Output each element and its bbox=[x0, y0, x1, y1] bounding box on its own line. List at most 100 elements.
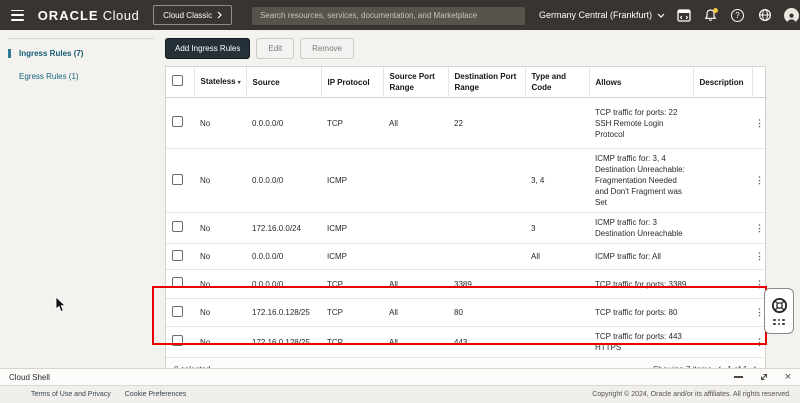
remove-button[interactable]: Remove bbox=[300, 38, 354, 59]
cloud-shell-title: Cloud Shell bbox=[9, 373, 50, 382]
floating-help-widget[interactable] bbox=[764, 288, 794, 334]
user-avatar[interactable] bbox=[783, 7, 800, 24]
close-icon[interactable]: × bbox=[785, 372, 791, 383]
chevron-down-icon bbox=[657, 13, 665, 18]
table-row: No 172.16.0.0/24 ICMP 3 ICMP traffic for… bbox=[166, 213, 767, 244]
main-content: Add Ingress Rules Edit Remove Stateless▾… bbox=[162, 30, 800, 368]
cell-ip-protocol: ICMP bbox=[321, 149, 383, 213]
cell-stateless: No bbox=[194, 98, 246, 149]
cloud-classic-button[interactable]: Cloud Classic bbox=[153, 5, 232, 25]
row-actions-kebab-icon[interactable]: ⋮ bbox=[752, 98, 767, 149]
col-header-destination-port-range[interactable]: Destination Port Range bbox=[448, 67, 525, 98]
cell-source: 0.0.0.0/0 bbox=[246, 98, 321, 149]
cell-allows: ICMP traffic for: 3, 4 Destination Unrea… bbox=[589, 149, 693, 213]
help-icon[interactable]: ? bbox=[729, 7, 746, 24]
language-globe-icon[interactable] bbox=[756, 7, 773, 24]
cell-stateless: No bbox=[194, 327, 246, 358]
cell-source-port bbox=[383, 213, 448, 244]
cell-allows: ICMP traffic for: 3 Destination Unreacha… bbox=[589, 213, 693, 244]
cookie-preferences-link[interactable]: Cookie Preferences bbox=[125, 391, 186, 398]
row-checkbox[interactable] bbox=[172, 306, 183, 317]
search-input[interactable] bbox=[252, 7, 525, 25]
cell-type-and-code bbox=[525, 270, 589, 299]
sidebar: Ingress Rules (7) Egress Rules (1) bbox=[0, 30, 162, 368]
cell-ip-protocol: TCP bbox=[321, 98, 383, 149]
col-header-source[interactable]: Source bbox=[246, 67, 321, 98]
global-search bbox=[252, 5, 525, 25]
row-actions-kebab-icon[interactable]: ⋮ bbox=[752, 149, 767, 213]
table-row: No 0.0.0.0/0 TCP All 22 TCP traffic for … bbox=[166, 98, 767, 149]
cloud-shell-bar: Cloud Shell × bbox=[0, 368, 800, 385]
row-checkbox[interactable] bbox=[172, 221, 183, 232]
cell-source: 172.16.0.128/25 bbox=[246, 299, 321, 327]
cell-description bbox=[693, 270, 752, 299]
brand-cloud: Cloud bbox=[103, 8, 139, 23]
cell-source: 0.0.0.0/0 bbox=[246, 270, 321, 299]
row-actions-kebab-icon[interactable]: ⋮ bbox=[752, 213, 767, 244]
cell-description bbox=[693, 327, 752, 358]
col-header-allows[interactable]: Allows bbox=[589, 67, 693, 98]
col-header-source-port-range[interactable]: Source Port Range bbox=[383, 67, 448, 98]
col-header-description[interactable]: Description bbox=[693, 67, 752, 98]
table-row-highlighted: No 172.16.0.128/25 TCP All 443 TCP traff… bbox=[166, 327, 767, 358]
row-checkbox[interactable] bbox=[172, 277, 183, 288]
cell-ip-protocol: TCP bbox=[321, 327, 383, 358]
cell-source: 0.0.0.0/0 bbox=[246, 244, 321, 270]
sidebar-item-egress-rules[interactable]: Egress Rules (1) bbox=[19, 72, 162, 81]
cell-source-port: All bbox=[383, 327, 448, 358]
col-header-actions bbox=[752, 67, 767, 98]
col-header-stateless[interactable]: Stateless▾ bbox=[194, 67, 246, 98]
select-all-checkbox[interactable] bbox=[172, 75, 183, 86]
cell-allows: TCP traffic for ports: 443 HTTPS bbox=[589, 327, 693, 358]
cell-description bbox=[693, 98, 752, 149]
oracle-cloud-logo[interactable]: ORACLE Cloud bbox=[38, 8, 139, 23]
cell-source: 0.0.0.0/0 bbox=[246, 149, 321, 213]
cell-source-port: All bbox=[383, 98, 448, 149]
cell-source: 172.16.0.0/24 bbox=[246, 213, 321, 244]
cell-type-and-code: 3, 4 bbox=[525, 149, 589, 213]
row-actions-kebab-icon[interactable]: ⋮ bbox=[752, 244, 767, 270]
minimize-icon[interactable] bbox=[734, 376, 743, 377]
brand-oracle: ORACLE bbox=[38, 8, 99, 23]
cell-type-and-code: All bbox=[525, 244, 589, 270]
region-selector[interactable]: Germany Central (Frankfurt) bbox=[539, 10, 665, 20]
row-checkbox[interactable] bbox=[172, 174, 183, 185]
notifications-bell-icon[interactable] bbox=[702, 7, 719, 24]
sidebar-item-ingress-rules[interactable]: Ingress Rules (7) bbox=[8, 49, 162, 58]
cell-stateless: No bbox=[194, 149, 246, 213]
col-header-type-and-code[interactable]: Type and Code bbox=[525, 67, 589, 98]
developer-tools-icon[interactable] bbox=[675, 7, 692, 24]
sidebar-divider bbox=[8, 38, 154, 39]
edit-button[interactable]: Edit bbox=[256, 38, 294, 59]
cell-source-port bbox=[383, 149, 448, 213]
table-row: No 0.0.0.0/0 TCP All 3389 TCP traffic fo… bbox=[166, 270, 767, 299]
expand-icon[interactable] bbox=[759, 372, 769, 382]
topbar-icons: ? bbox=[675, 7, 800, 24]
cell-stateless: No bbox=[194, 244, 246, 270]
cell-destination-port: 80 bbox=[448, 299, 525, 327]
row-checkbox[interactable] bbox=[172, 335, 183, 346]
ingress-rules-table: Stateless▾ Source IP Protocol Source Por… bbox=[166, 67, 767, 358]
cell-destination-port bbox=[448, 149, 525, 213]
add-ingress-rules-button[interactable]: Add Ingress Rules bbox=[165, 38, 250, 59]
table-row: No 0.0.0.0/0 ICMP 3, 4 ICMP traffic for:… bbox=[166, 149, 767, 213]
sort-icon: ▾ bbox=[238, 80, 241, 86]
cloud-shell-controls: × bbox=[734, 372, 791, 383]
ingress-rules-table-card: Stateless▾ Source IP Protocol Source Por… bbox=[165, 66, 766, 382]
footer-links: Terms of Use and Privacy Cookie Preferen… bbox=[31, 391, 186, 398]
cloud-classic-label: Cloud Classic bbox=[163, 11, 212, 20]
cell-description bbox=[693, 213, 752, 244]
cell-destination-port bbox=[448, 244, 525, 270]
cell-type-and-code bbox=[525, 299, 589, 327]
drag-handle-dots-icon[interactable] bbox=[773, 319, 784, 326]
hamburger-menu-icon[interactable] bbox=[11, 10, 24, 21]
terms-of-use-link[interactable]: Terms of Use and Privacy bbox=[31, 391, 111, 398]
table-toolbar: Add Ingress Rules Edit Remove bbox=[165, 38, 800, 59]
row-checkbox[interactable] bbox=[172, 250, 183, 261]
row-checkbox[interactable] bbox=[172, 116, 183, 127]
table-row: No 0.0.0.0/0 ICMP All ICMP traffic for: … bbox=[166, 244, 767, 270]
top-bar: ORACLE Cloud Cloud Classic Germany Centr… bbox=[0, 0, 800, 30]
cell-allows: ICMP traffic for: All bbox=[589, 244, 693, 270]
life-preserver-icon bbox=[771, 297, 788, 314]
col-header-ip-protocol[interactable]: IP Protocol bbox=[321, 67, 383, 98]
